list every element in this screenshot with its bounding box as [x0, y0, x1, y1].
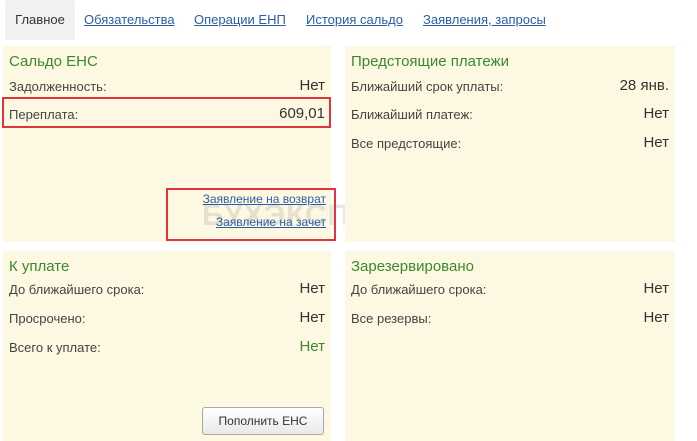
nearest-payment-label: Ближайший платеж:: [351, 107, 473, 122]
upcoming-panel: Предстоящие платежи Ближайший срок уплат…: [345, 46, 675, 242]
nearest-date-label: Ближайший срок уплаты:: [351, 79, 504, 94]
debt-label: Задолженность:: [9, 79, 107, 94]
top-up-ens-button[interactable]: Пополнить ЕНС: [202, 407, 324, 435]
applications-highlight-frame: [166, 188, 336, 241]
tab-obligations[interactable]: Обязательства: [84, 0, 175, 40]
nearest-payment-value: Нет: [643, 105, 669, 122]
debt-value: Нет: [299, 77, 325, 94]
reserved-panel: Зарезервировано До ближайшего срока: Нет…: [345, 251, 675, 441]
nearest-date-value: 28 янв.: [619, 77, 669, 94]
to-pay-until-label: До ближайшего срока:: [9, 282, 145, 297]
reserved-title: Зарезервировано: [351, 258, 474, 275]
overdue-label: Просрочено:: [9, 311, 86, 326]
tab-bar: Главное Обязательства Операции ЕНП Истор…: [0, 0, 697, 40]
upcoming-title: Предстоящие платежи: [351, 53, 509, 70]
overdue-value: Нет: [299, 309, 325, 326]
all-upcoming-label: Все предстоящие:: [351, 136, 462, 151]
tab-main[interactable]: Главное: [5, 0, 75, 40]
tab-saldo-history[interactable]: История сальдо: [306, 0, 403, 40]
to-pay-title: К уплате: [9, 258, 70, 275]
all-reserves-label: Все резервы:: [351, 311, 432, 326]
tab-applications-requests[interactable]: Заявления, запросы: [423, 0, 546, 40]
saldo-title: Сальдо ЕНС: [9, 53, 98, 70]
reserved-until-value: Нет: [643, 280, 669, 297]
all-reserves-value: Нет: [643, 309, 669, 326]
to-pay-until-value: Нет: [299, 280, 325, 297]
tab-enp-operations[interactable]: Операции ЕНП: [194, 0, 286, 40]
all-upcoming-value: Нет: [643, 134, 669, 151]
total-to-pay-label: Всего к уплате:: [9, 340, 101, 355]
total-to-pay-value: Нет: [299, 338, 325, 355]
reserved-until-label: До ближайшего срока:: [351, 282, 487, 297]
overpay-highlight-frame: [2, 97, 331, 128]
